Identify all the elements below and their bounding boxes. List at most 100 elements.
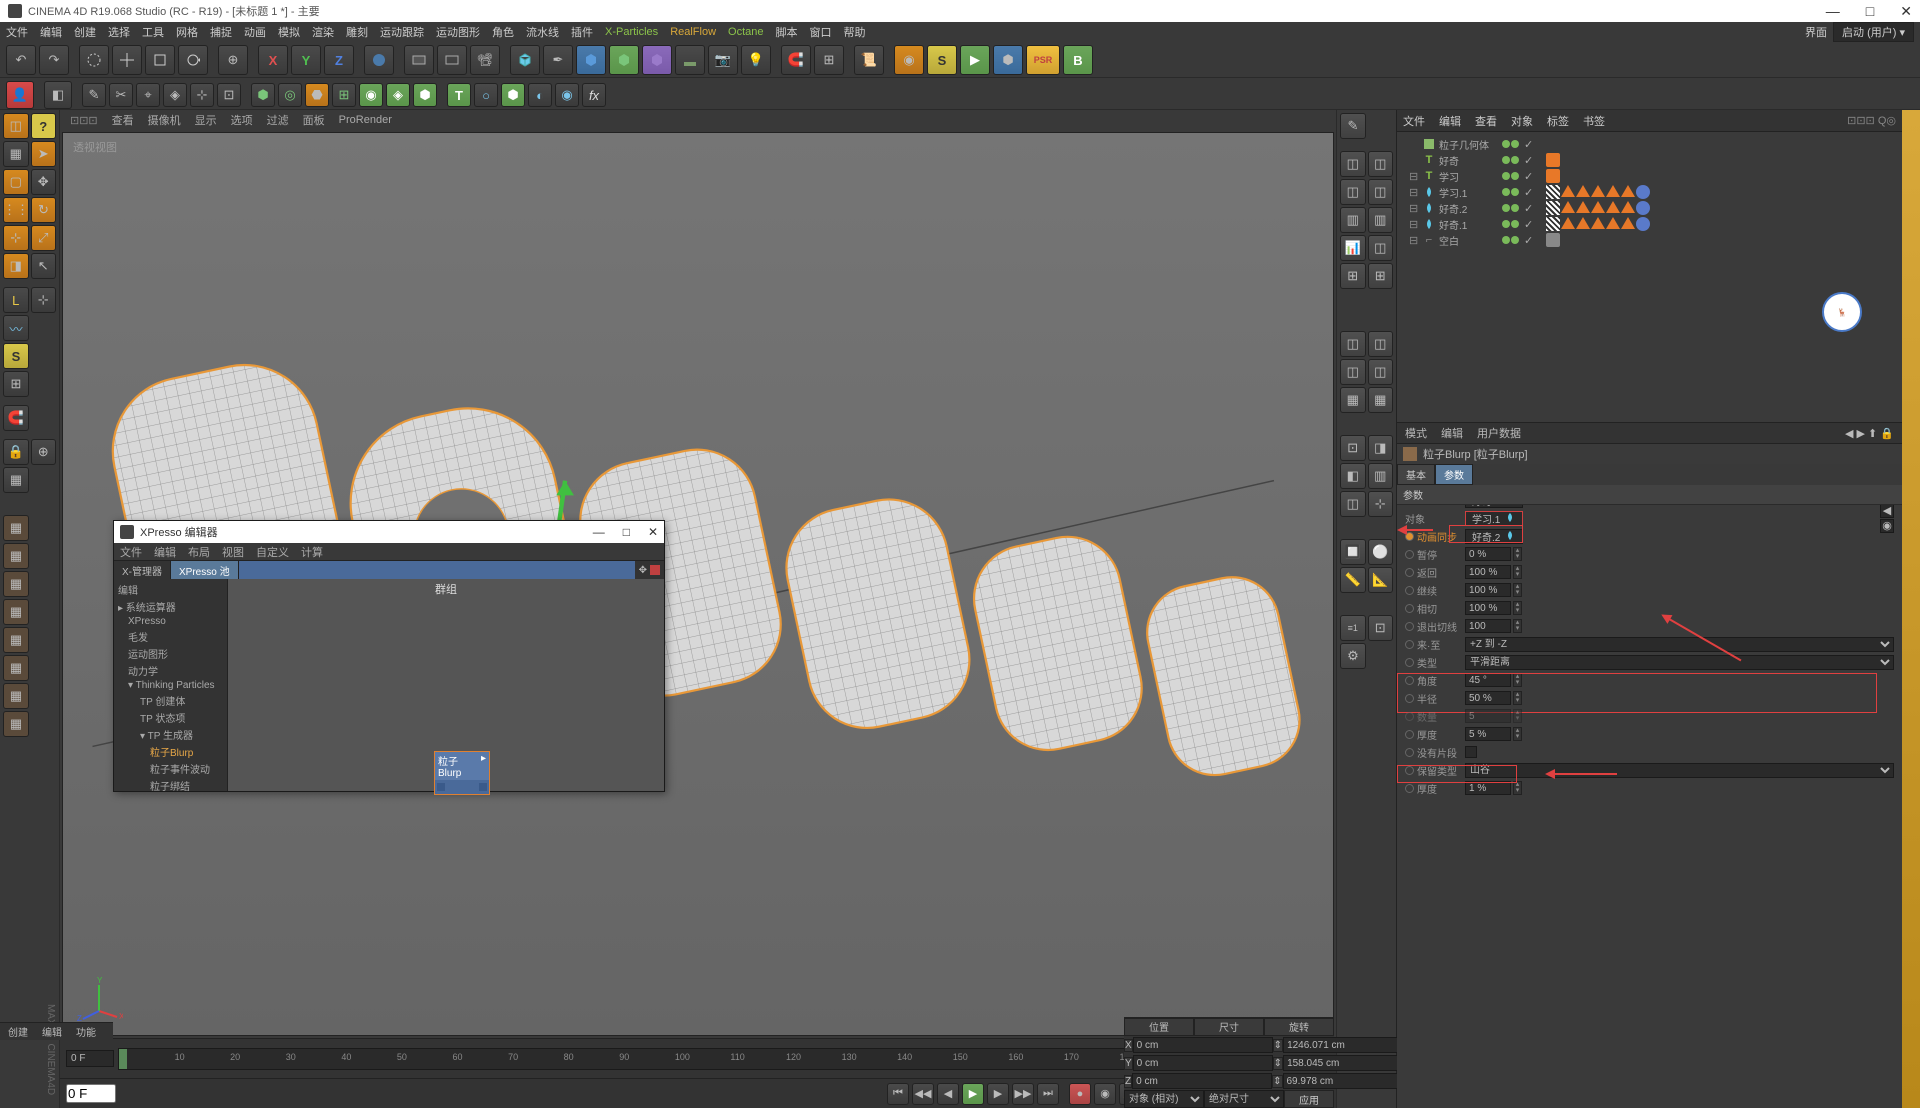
rt-7b[interactable]: ◫ [1368, 359, 1394, 385]
menu-17[interactable]: RealFlow [670, 26, 716, 38]
rt-12b[interactable]: ⚪ [1368, 539, 1394, 565]
primitive-cube-button[interactable] [510, 45, 540, 75]
scale-button[interactable] [145, 45, 175, 75]
menu-10[interactable]: 雕刻 [346, 24, 368, 40]
goto-end-button[interactable]: ⏭ [1037, 1083, 1059, 1105]
recent-tool-button[interactable]: ⊕ [218, 45, 248, 75]
obj-tab[interactable]: 标签 [1547, 113, 1569, 129]
xpresso-tree-item[interactable]: ▾ Thinking Particles [116, 679, 225, 692]
text-spline-button[interactable]: T [447, 83, 471, 107]
xpresso-tree-item[interactable]: XPresso [116, 615, 225, 628]
menu-14[interactable]: 流水线 [526, 24, 559, 40]
uv-1-button[interactable]: ▦ [3, 515, 29, 541]
snap-button[interactable]: S [3, 343, 29, 369]
xpresso-canvas[interactable]: 群组 粒子Blurp▸ [228, 579, 664, 791]
tool-2[interactable]: ✂ [109, 83, 133, 107]
menu-2[interactable]: 创建 [74, 24, 96, 40]
axis-x-button[interactable]: X [258, 45, 288, 75]
render-view-button[interactable] [404, 45, 434, 75]
xpresso-node-blurp[interactable]: 粒子Blurp▸ [434, 751, 490, 795]
rt-2a[interactable]: ◫ [1340, 179, 1366, 205]
attr-field[interactable] [1465, 583, 1511, 597]
coord-pos[interactable] [1132, 1073, 1272, 1089]
plugin-3-button[interactable]: ⬢ [993, 45, 1023, 75]
coord-mode-select[interactable]: 对象 (相对) [1124, 1090, 1204, 1108]
xpresso-icon-1[interactable]: ✥ [639, 565, 647, 576]
xpresso-tree-item[interactable]: 粒子Blurp [116, 743, 225, 760]
soft-select-button[interactable]: 〰 [3, 315, 29, 341]
current-frame-field[interactable] [66, 1084, 116, 1103]
scale-tool-button[interactable]: ⤢ [31, 225, 57, 251]
coord-system-button[interactable] [364, 45, 394, 75]
object-mode-button[interactable]: ▢ [3, 169, 29, 195]
model-mode-button[interactable]: ◫ [3, 113, 29, 139]
mograph-2[interactable]: ◎ [278, 83, 302, 107]
workplane-toggle-button[interactable]: ⊞ [3, 371, 29, 397]
point-mode-button[interactable]: ⋮⋮ [3, 197, 29, 223]
object-row[interactable]: 粒子几何体✓ [1401, 136, 1898, 152]
render-region-button[interactable] [437, 45, 467, 75]
environment-button[interactable] [675, 45, 705, 75]
next-key-button[interactable]: ▶▶ [1012, 1083, 1034, 1105]
coord-pos[interactable] [1133, 1055, 1273, 1071]
attr-select[interactable]: 山谷 [1465, 763, 1894, 778]
object-manager-tree[interactable]: 🦌 粒子几何体✓T好奇✓⊟T学习✓⊟学习.1✓⊟好奇.2✓⊟好奇.1✓⊟⌐空白✓ [1397, 132, 1902, 422]
xpresso-tree-item[interactable]: 毛发 [116, 628, 225, 645]
script-button[interactable]: 📜 [854, 45, 884, 75]
mograph-7[interactable]: ⬢ [413, 83, 437, 107]
obj-link-1[interactable]: 学习.1 [1465, 511, 1523, 526]
spline-pen-button[interactable]: ✒ [543, 45, 573, 75]
rt-1b[interactable]: ◫ [1368, 151, 1394, 177]
obj-tab[interactable]: 书签 [1583, 113, 1605, 129]
xpresso-tree-item[interactable]: 编辑 [116, 581, 225, 598]
goto-start-button[interactable]: ⏮ [887, 1083, 909, 1105]
rt-5a[interactable]: ⊞ [1340, 263, 1366, 289]
magnet-button[interactable]: 🧲 [781, 45, 811, 75]
rt-4a[interactable]: 📊 [1340, 235, 1366, 261]
tool-5[interactable]: ⊹ [190, 83, 214, 107]
rt-12a[interactable]: 🔲 [1340, 539, 1366, 565]
attr-field[interactable] [1465, 673, 1511, 687]
rt-2b[interactable]: ◫ [1368, 179, 1394, 205]
vp-menu-1[interactable]: 摄像机 [148, 112, 181, 128]
attr-field[interactable] [1465, 565, 1511, 579]
lock-button[interactable]: 🔒 [3, 439, 29, 465]
vp-menu-2[interactable]: 显示 [195, 112, 217, 128]
obj-tab[interactable]: 对象 [1511, 113, 1533, 129]
mograph-1[interactable]: ⬢ [251, 83, 275, 107]
rt-6b[interactable]: ◫ [1368, 331, 1394, 357]
layout-select[interactable]: 启动 (用户) ▾ [1833, 22, 1914, 42]
uv-2-button[interactable]: ▦ [3, 543, 29, 569]
uv-3-button[interactable]: ▦ [3, 571, 29, 597]
uv-4-button[interactable]: ▦ [3, 599, 29, 625]
menu-18[interactable]: Octane [728, 26, 763, 38]
axis-lock-button[interactable]: L [3, 287, 29, 313]
xpresso-maximize[interactable]: □ [623, 525, 630, 539]
prev-frame-button[interactable]: ◀ [937, 1083, 959, 1105]
xpresso-tree-item[interactable]: TP 状态项 [116, 709, 225, 726]
live-select-button[interactable] [79, 45, 109, 75]
rt-14a[interactable]: ≡1 [1340, 615, 1366, 641]
axis-z-button[interactable]: Z [324, 45, 354, 75]
move-button[interactable] [112, 45, 142, 75]
minimize-button[interactable]: — [1826, 3, 1840, 20]
axis-center-button[interactable]: ⊹ [31, 287, 57, 313]
redo-button[interactable]: ↷ [39, 45, 69, 75]
select-tool-button[interactable]: ➤ [31, 141, 57, 167]
fx-button[interactable]: fx [582, 83, 606, 107]
rt-11b[interactable]: ⊹ [1368, 491, 1394, 517]
gen-2[interactable]: ◐ [528, 83, 552, 107]
attr-field[interactable] [1465, 781, 1511, 795]
attr-field[interactable] [1465, 547, 1511, 561]
vp-menu-4[interactable]: 过滤 [267, 112, 289, 128]
xpresso-minimize[interactable]: — [593, 525, 605, 539]
attr-select[interactable]: 平滑距离 [1465, 655, 1894, 670]
solo-button[interactable]: S [927, 45, 957, 75]
attr-checkbox[interactable] [1465, 746, 1477, 758]
rt-11a[interactable]: ◫ [1340, 491, 1366, 517]
timeline-ruler[interactable]: 0102030405060708090100110120130140150160… [118, 1048, 1278, 1070]
texture-axis-button[interactable]: ▦ [3, 467, 29, 493]
object-row[interactable]: ⊟T学习✓ [1401, 168, 1898, 184]
next-frame-button[interactable]: ▶ [987, 1083, 1009, 1105]
rt-10b[interactable]: ▥ [1368, 463, 1394, 489]
